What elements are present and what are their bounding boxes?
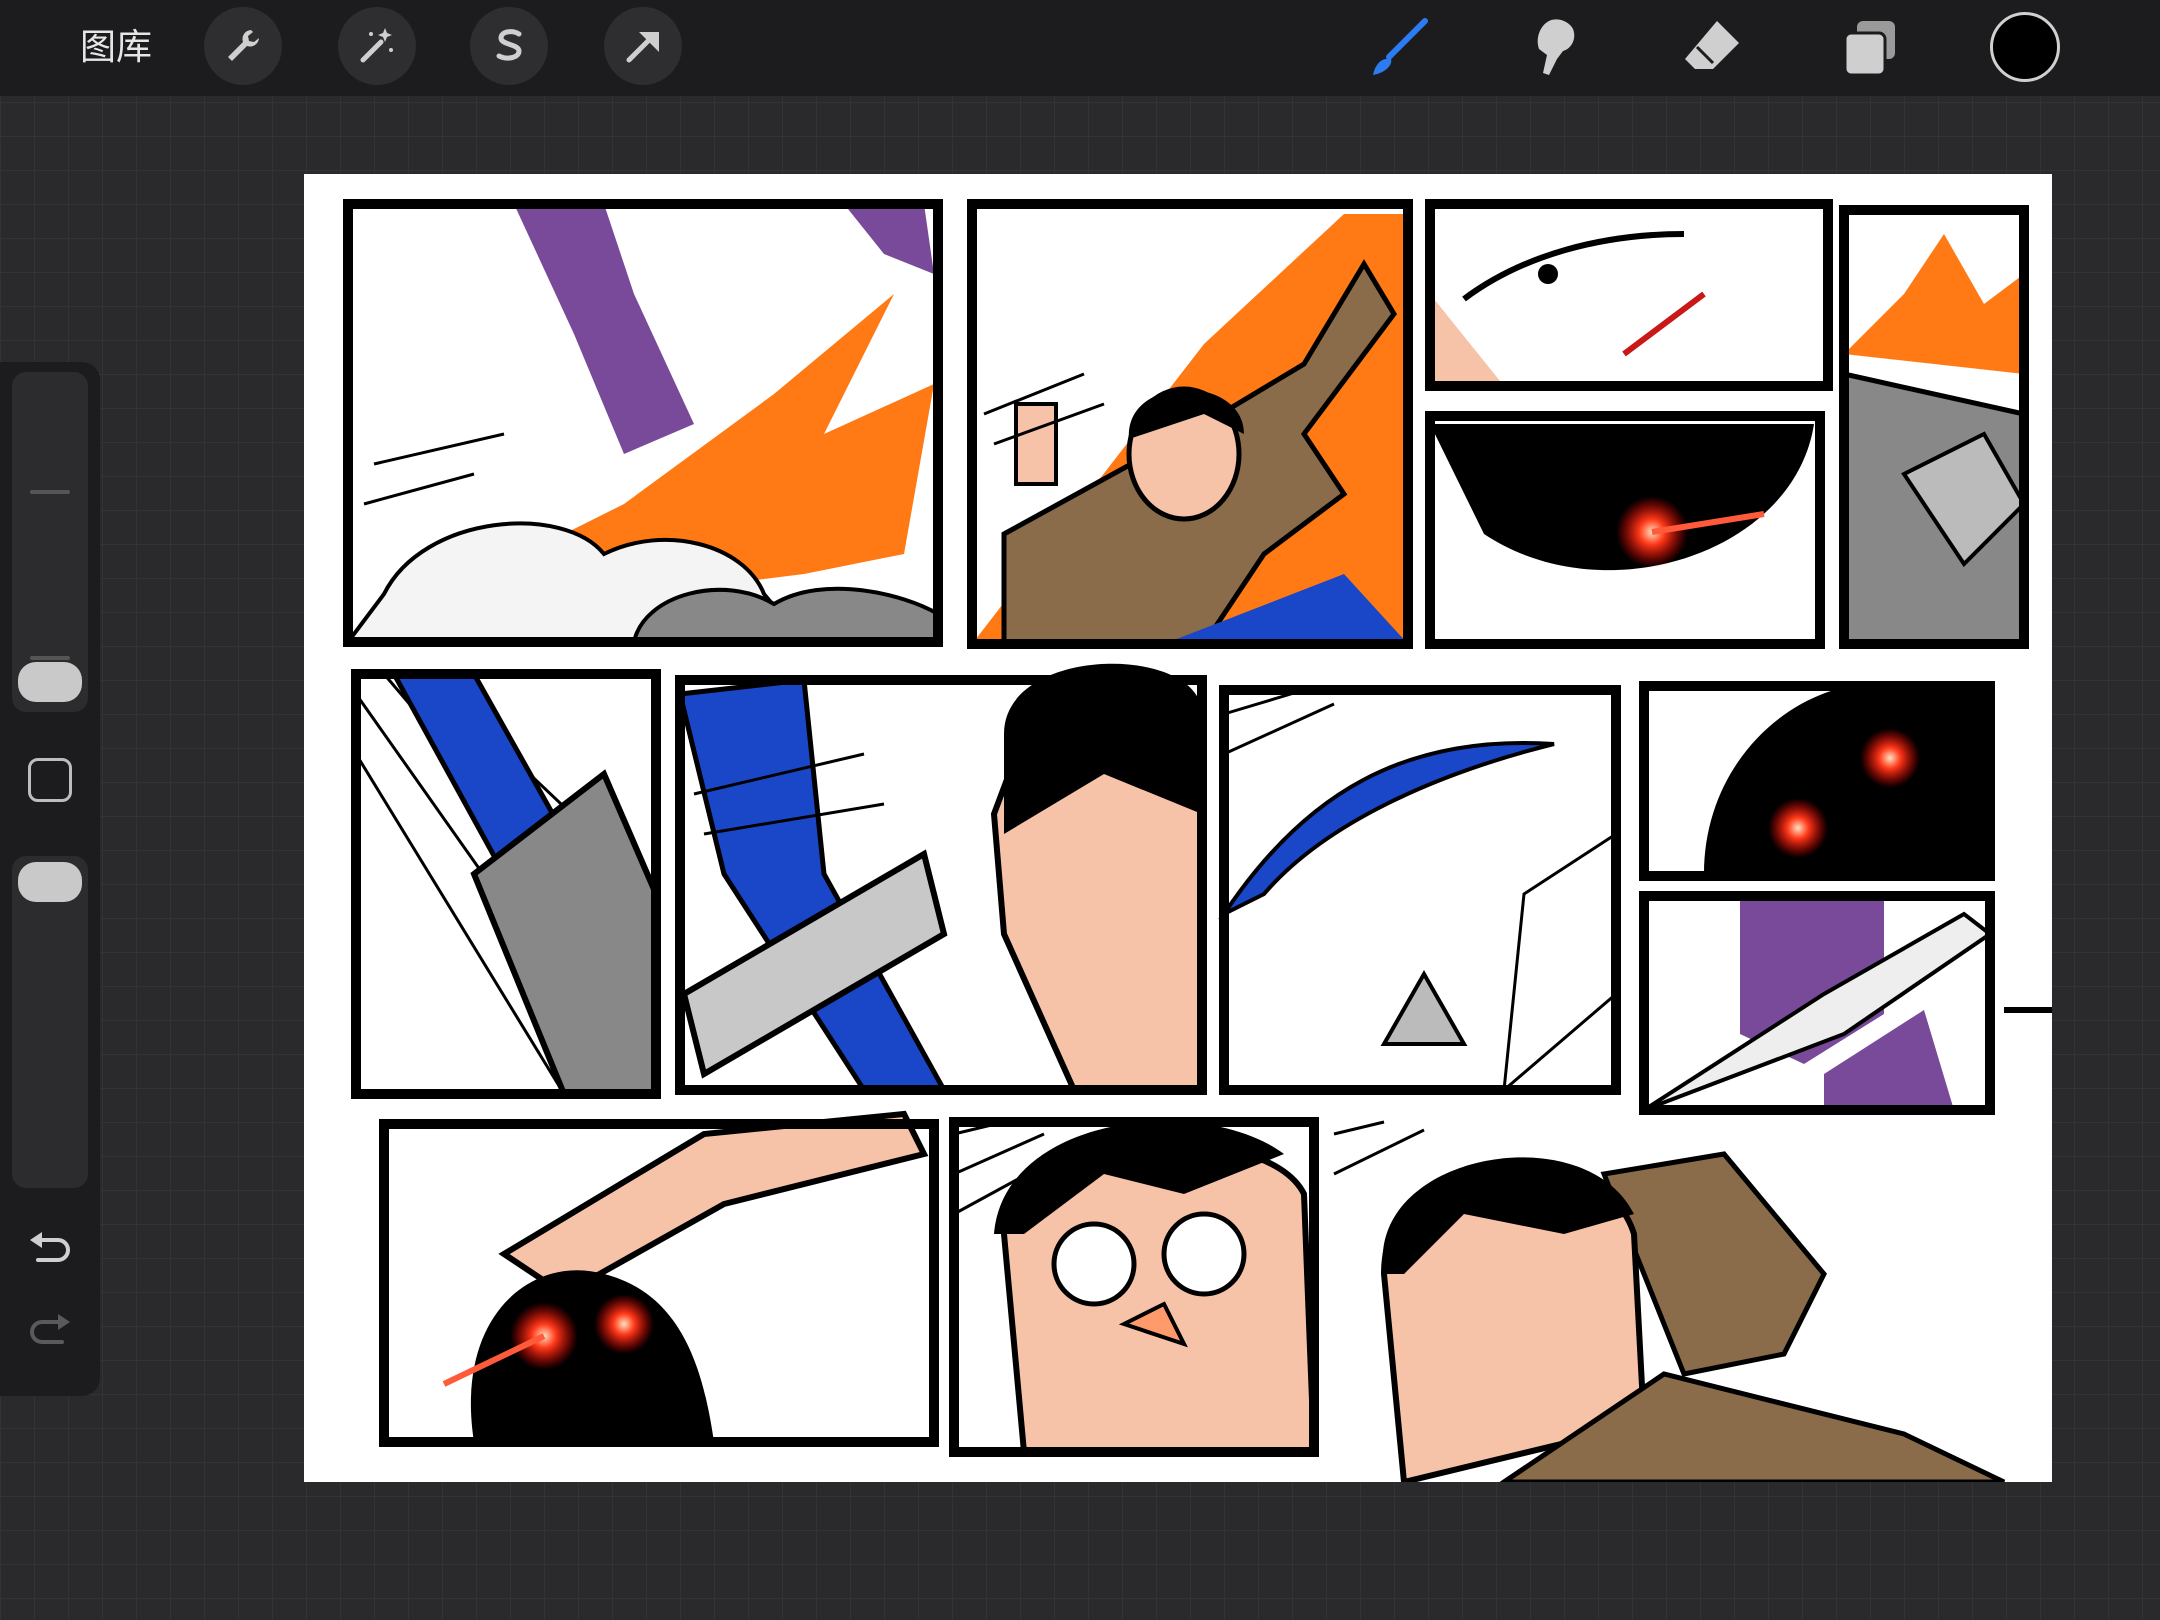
wrench-icon[interactable] (204, 7, 282, 85)
drawing-canvas[interactable] (304, 174, 2052, 1482)
panel-9 (379, 1110, 939, 1447)
smudge-icon[interactable] (1514, 10, 1594, 86)
panel-7 (1218, 685, 1621, 1095)
panel-4 (1839, 205, 2029, 649)
redo-icon[interactable] (26, 1312, 74, 1356)
selection-s-icon[interactable] (470, 7, 548, 85)
modify-button[interactable] (28, 758, 72, 802)
panel-3a (1425, 199, 1833, 391)
eraser-icon[interactable] (1672, 10, 1752, 86)
magic-wand-icon[interactable] (338, 7, 416, 85)
side-toolbar (0, 362, 100, 1396)
slider-tick (30, 490, 70, 494)
panel-2 (967, 199, 1413, 649)
brush-size-thumb[interactable] (18, 662, 82, 702)
comic-artwork (343, 199, 2052, 1482)
opacity-thumb[interactable] (18, 862, 82, 902)
top-toolbar: 图库 (0, 0, 2160, 96)
undo-icon[interactable] (26, 1230, 74, 1274)
brush-icon[interactable] (1358, 10, 1438, 86)
gallery-button[interactable]: 图库 (80, 24, 152, 72)
panel-5 (351, 669, 661, 1099)
slider-tick (30, 656, 70, 660)
panel-8b (1639, 891, 1995, 1115)
layers-icon[interactable] (1830, 10, 1910, 86)
panel-1 (343, 199, 943, 647)
panel-3b (1425, 411, 1825, 649)
brush-size-slider[interactable] (12, 372, 88, 712)
panel-10 (949, 1117, 1319, 1457)
transform-arrow-icon[interactable] (604, 7, 682, 85)
color-picker-swatch[interactable] (1990, 12, 2060, 82)
panel-8a (1639, 681, 1995, 881)
opacity-slider[interactable] (12, 856, 88, 1188)
panel-6 (675, 663, 1207, 1095)
